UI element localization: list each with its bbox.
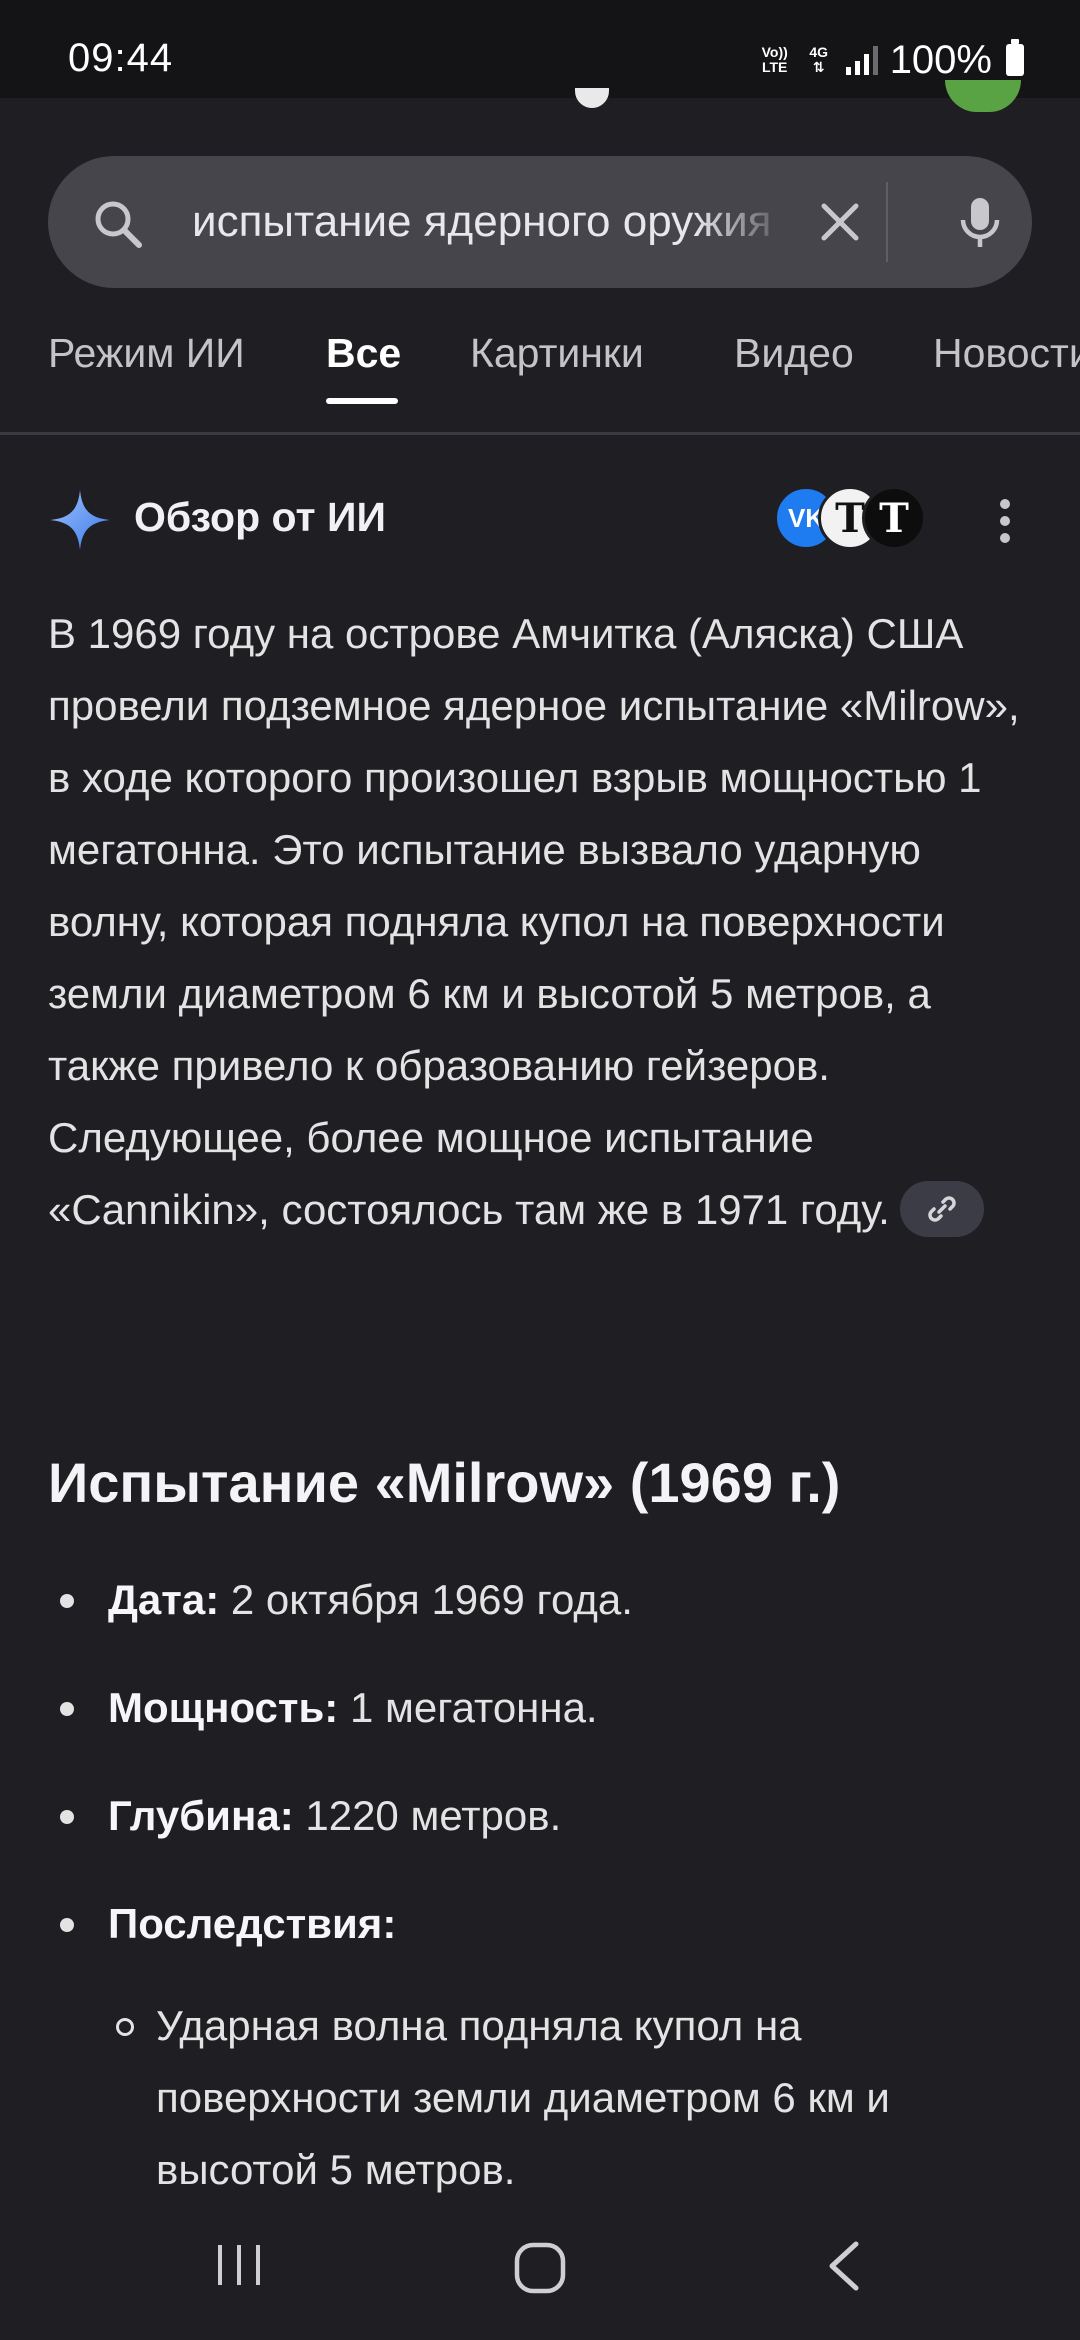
search-bar[interactable]: испытание ядерного оружия (48, 156, 1032, 288)
google-logo-peek (575, 88, 609, 108)
sub-list-item: Ударная волна подняла купол на поверхнос… (116, 1990, 1036, 2206)
t-source-icon-dark[interactable]: T (862, 486, 926, 550)
search-divider (886, 182, 888, 262)
tab-images[interactable]: Картинки (470, 330, 644, 377)
fact-value: 2 октября 1969 года. (230, 1576, 633, 1623)
ai-overview-summary: В 1969 году на острове Амчитка (Аляска) … (48, 598, 1038, 1246)
recents-icon[interactable] (214, 2240, 264, 2290)
link-icon (928, 1196, 956, 1222)
fact-label: Дата: (108, 1576, 220, 1623)
fact-value: 1220 метров. (305, 1792, 562, 1839)
status-time: 09:44 (68, 36, 174, 80)
list-item: Глубина: 1220 метров. (56, 1784, 1036, 1892)
list-item: Мощность: 1 мегатонна. (56, 1676, 1036, 1784)
mic-icon[interactable] (952, 194, 1008, 250)
search-input[interactable]: испытание ядерного оружия (192, 192, 792, 252)
navigation-bar (0, 2210, 1080, 2340)
search-icon[interactable] (90, 196, 146, 252)
volte-indicator: Vo)) LTE (761, 44, 788, 75)
more-options-icon[interactable] (990, 496, 1020, 546)
tab-videos[interactable]: Видео (734, 330, 854, 377)
tab-ai-mode[interactable]: Режим ИИ (48, 330, 245, 377)
summary-text: В 1969 году на острове Амчитка (Аляска) … (48, 610, 1020, 1233)
tabs-divider (0, 432, 1080, 435)
list-item: Последствия: (56, 1892, 1036, 2000)
signal-icon (845, 45, 878, 75)
status-bar: 09:44 Vo)) LTE 4G ⇅ 100% (0, 0, 1080, 98)
home-icon[interactable] (512, 2240, 568, 2296)
close-icon[interactable] (812, 194, 868, 250)
battery-icon (1006, 39, 1024, 76)
source-link-button[interactable] (899, 1180, 984, 1237)
tab-all[interactable]: Все (326, 330, 401, 377)
fact-label: Последствия: (108, 1900, 397, 1947)
facts-list: Дата: 2 октября 1969 года. Мощность: 1 м… (56, 1568, 1036, 2000)
search-tabs: Режим ИИ Все Картинки Видео Новости (0, 330, 1080, 434)
back-icon[interactable] (824, 2238, 864, 2294)
fact-label: Глубина: (108, 1792, 294, 1839)
ai-overview-header: Обзор от ИИ VK T T (0, 480, 1080, 560)
ai-overview-title: Обзор от ИИ (134, 494, 386, 540)
avatar[interactable] (945, 80, 1021, 112)
section-heading: Испытание «Milrow» (1969 г.) (48, 1451, 841, 1514)
network-indicator: 4G ⇅ (809, 44, 829, 75)
tab-news[interactable]: Новости (933, 330, 1080, 377)
list-item: Дата: 2 октября 1969 года. (56, 1568, 1036, 1676)
source-avatars[interactable]: VK T T (774, 486, 926, 552)
status-indicators: Vo)) LTE 4G ⇅ 100% (758, 36, 1024, 84)
screen: 09:44 Vo)) LTE 4G ⇅ 100% испытание ядерно… (0, 0, 1080, 2340)
battery-percent: 100% (889, 37, 992, 82)
network-type-label: 4G (809, 44, 829, 60)
sparkle-icon (50, 490, 110, 550)
fact-value: 1 мегатонна. (349, 1684, 598, 1731)
active-tab-indicator (326, 398, 398, 404)
fact-label: Мощность: (108, 1684, 339, 1731)
